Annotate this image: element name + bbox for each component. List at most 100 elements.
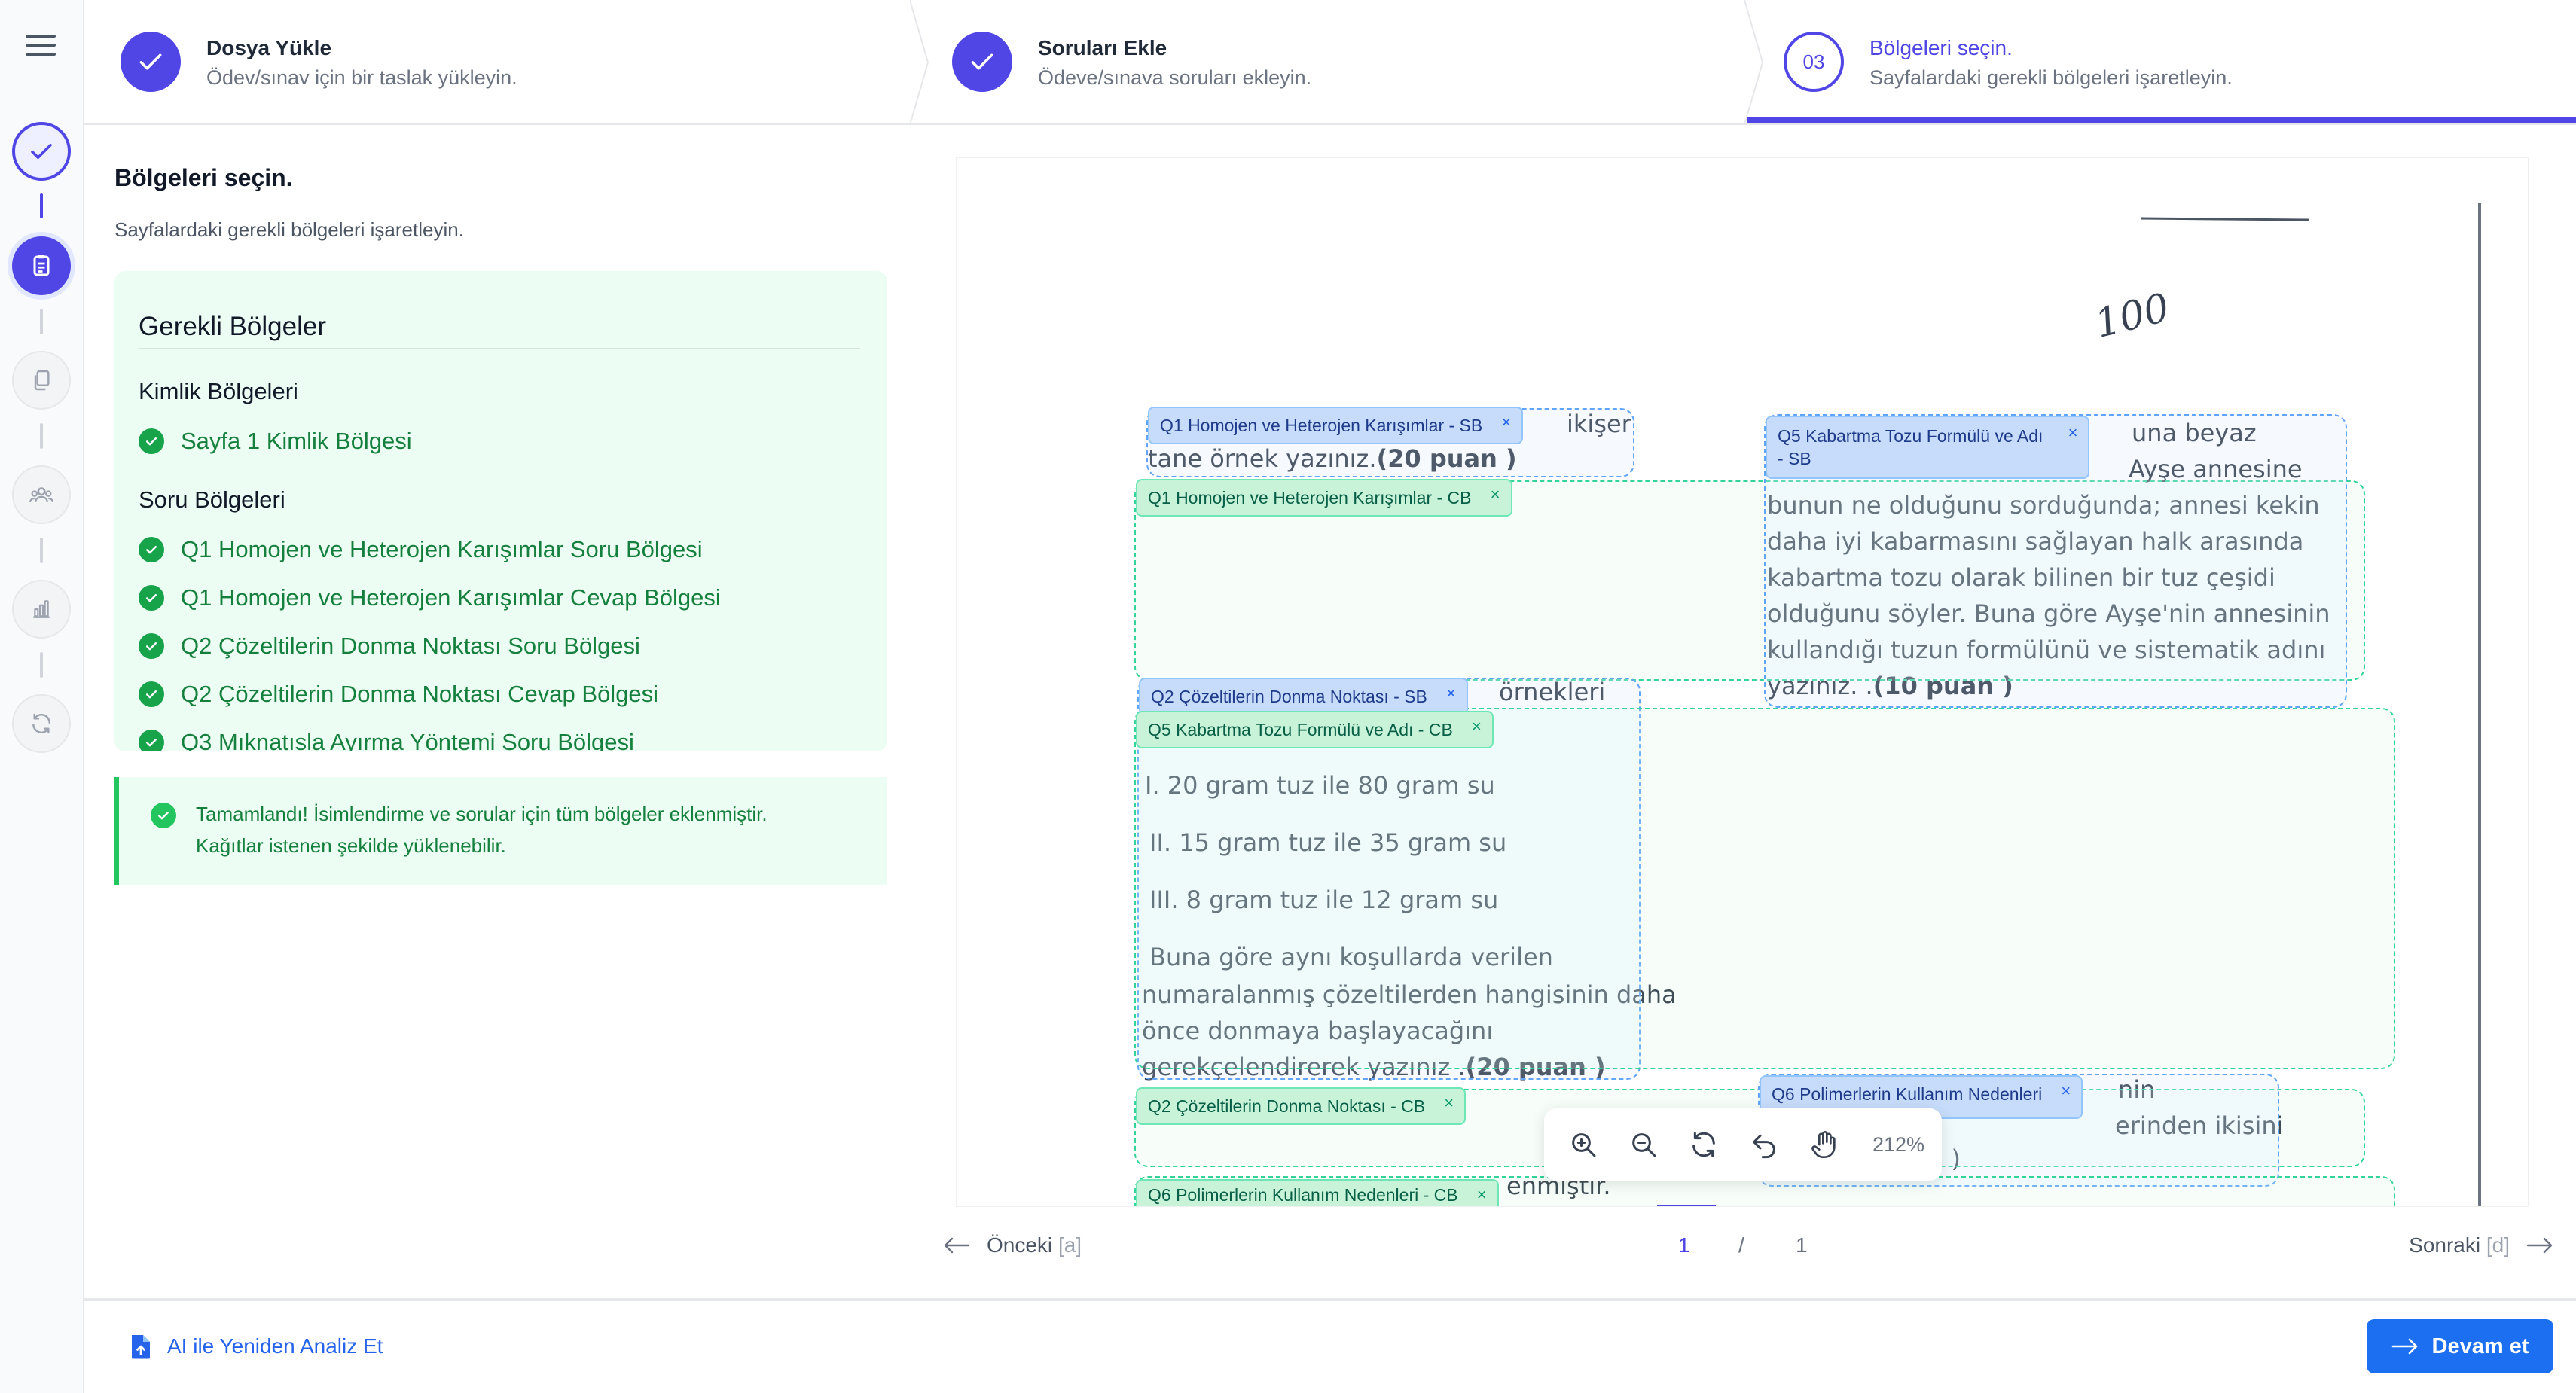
remove-icon[interactable]: × — [1477, 1185, 1487, 1205]
check-circle-icon — [139, 585, 164, 611]
rail-step-students[interactable] — [12, 465, 71, 524]
check-circle-icon — [139, 428, 164, 454]
step-title: Bölgeleri seçin. — [1869, 36, 2013, 59]
previous-page-button[interactable]: Önceki [a] — [943, 1233, 1082, 1257]
region-tag-q1-sb[interactable]: Q1 Homojen ve Heterojen Karışımlar - SB × — [1148, 407, 1524, 444]
step-upload[interactable]: Dosya Yükle Ödev/sınav için bir taslak y… — [84, 0, 913, 125]
rail-step-sync[interactable] — [12, 694, 71, 753]
arrow-left-icon — [944, 1237, 970, 1254]
hand-icon — [1811, 1131, 1836, 1158]
document-viewer[interactable]: 100 ikişer tane örnek yazınız.(20 puan )… — [957, 158, 2528, 1206]
scroll-indicator — [1657, 1205, 1716, 1206]
remove-icon[interactable]: × — [1472, 717, 1482, 736]
check-circle-icon — [139, 730, 164, 751]
remove-icon[interactable]: × — [2068, 422, 2078, 444]
page-edge-line — [2478, 203, 2481, 1206]
handwritten-score: 100 — [2090, 285, 2175, 347]
completion-alert: Tamamlandı! İsimlendirme ve sorular için… — [114, 777, 887, 885]
users-icon — [29, 487, 54, 503]
panel-subtitle: Sayfalardaki gerekli bölgeleri işaretley… — [114, 218, 464, 241]
required-regions-card: Gerekli Bölgeler Kimlik Bölgeleri Sayfa … — [114, 271, 887, 751]
undo-icon — [1753, 1134, 1775, 1159]
page-navigation: Önceki [a] 1 / 1 Sonraki [d] — [934, 1227, 2553, 1270]
region-tag-q2-sb[interactable]: Q2 Çözeltilerin Donma Noktası - SB × — [1139, 678, 1468, 715]
region-item: Q2 Çözeltilerin Donma Noktası Soru Bölge… — [139, 631, 640, 661]
check-circle-icon — [139, 537, 164, 562]
rail-connector — [40, 538, 43, 563]
page-border-line — [2140, 217, 2310, 221]
region-label: Q2 Çözeltilerin Donma Noktası Soru Bölge… — [181, 632, 640, 659]
file-upload-icon — [132, 1335, 150, 1359]
remove-icon[interactable]: × — [1491, 485, 1500, 504]
rail-connector — [40, 309, 43, 334]
refresh-icon — [32, 713, 50, 734]
current-page[interactable]: 1 — [1678, 1233, 1690, 1257]
zoom-level: 212% — [1872, 1132, 1925, 1156]
step-number: 03 — [1784, 32, 1844, 92]
region-tag-q5-sb[interactable]: Q5 Kabartma Tozu Formülü ve Adı - SB × — [1766, 416, 2090, 479]
chart-icon — [33, 600, 50, 618]
region-tag-q1-cb[interactable]: Q1 Homojen ve Heterojen Karışımlar - CB × — [1136, 479, 1512, 517]
clipboard-icon — [33, 255, 50, 276]
zoom-out-button[interactable] — [1624, 1125, 1663, 1164]
menu-icon[interactable] — [26, 33, 56, 57]
region-item: Q1 Homojen ve Heterojen Karışımlar Soru … — [139, 535, 703, 565]
files-icon — [34, 370, 50, 391]
check-icon — [971, 53, 993, 70]
step-subtitle: Sayfalardaki gerekli bölgeleri işaretley… — [1869, 66, 2233, 89]
rail-step-results[interactable] — [12, 580, 71, 639]
footer: AI ile Yeniden Analiz Et Devam et — [84, 1298, 2576, 1393]
rail-connector — [40, 652, 43, 678]
remove-icon[interactable]: × — [1444, 1093, 1454, 1113]
rail-step-upload[interactable] — [12, 122, 71, 181]
completion-text: Tamamlandı! İsimlendirme ve sorular için… — [196, 803, 768, 825]
step-subtitle: Ödeve/sınava soruları ekleyin. — [1038, 66, 1312, 89]
card-title: Gerekli Bölgeler — [139, 312, 326, 341]
pan-button[interactable] — [1805, 1125, 1844, 1164]
region-label: Q3 Mıknatısla Ayırma Yöntemi Soru Bölges… — [181, 729, 634, 751]
completion-text: Kağıtlar istenen şekilde yüklenebilir. — [196, 834, 506, 857]
rail-connector — [40, 193, 43, 218]
zoom-in-button[interactable] — [1564, 1125, 1603, 1164]
step-regions[interactable]: 03 Bölgeleri seçin. Sayfalardaki gerekli… — [1747, 0, 2576, 125]
check-icon — [139, 53, 162, 70]
next-page-button[interactable]: Sonraki [d] — [2409, 1233, 2553, 1257]
stepper: Dosya Yükle Ödev/sınav için bir taslak y… — [84, 0, 2576, 125]
step-done-circle — [952, 32, 1012, 92]
rail-step-files[interactable] — [12, 351, 71, 410]
panel-title: Bölgeleri seçin. — [114, 164, 293, 191]
ai-reanalyze-button[interactable]: AI ile Yeniden Analiz Et — [130, 1333, 383, 1360]
remove-icon[interactable]: × — [2061, 1081, 2071, 1101]
rail-connector — [40, 423, 43, 449]
check-icon — [31, 143, 52, 160]
rail-step-regions[interactable] — [12, 236, 71, 295]
region-label: Sayfa 1 Kimlik Bölgesi — [181, 428, 412, 454]
step-done-circle — [121, 32, 181, 92]
region-label: Q2 Çözeltilerin Donma Noktası Cevap Bölg… — [181, 681, 659, 707]
region-tag-q5-cb[interactable]: Q5 Kabartma Tozu Formülü ve Adı - CB × — [1136, 711, 1494, 748]
divider — [139, 348, 860, 349]
active-step-indicator — [1747, 117, 2576, 123]
region-q5-answer[interactable] — [1134, 708, 2395, 1069]
remove-icon[interactable]: × — [1446, 684, 1456, 703]
reset-view-button[interactable] — [1684, 1125, 1723, 1164]
region-label: Q1 Homojen ve Heterojen Karışımlar Cevap… — [181, 584, 721, 611]
page-separator: / — [1738, 1233, 1744, 1257]
viewer-toolbar: 212% — [1544, 1108, 1942, 1181]
zoom-in-icon — [1572, 1133, 1596, 1157]
step-questions[interactable]: Soruları Ekle Ödeve/sınava soruları ekle… — [916, 0, 1744, 125]
refresh-icon — [1692, 1132, 1715, 1157]
step-title: Soruları Ekle — [1038, 36, 1167, 59]
region-tag-q2-cb[interactable]: Q2 Çözeltilerin Donma Noktası - CB × — [1136, 1087, 1467, 1125]
check-circle-icon — [151, 803, 176, 828]
question-heading: Soru Bölgeleri — [139, 486, 285, 513]
check-circle-icon — [139, 633, 164, 659]
left-rail — [0, 0, 84, 1393]
continue-button[interactable]: Devam et — [2367, 1319, 2553, 1373]
region-item: Q1 Homojen ve Heterojen Karışımlar Cevap… — [139, 583, 721, 613]
region-tag-q6-cb[interactable]: Q6 Polimerlerin Kullanım Nedenleri - CB × — [1136, 1179, 1499, 1206]
arrow-right-icon — [2391, 1338, 2417, 1355]
region-item: Q3 Mıknatısla Ayırma Yöntemi Soru Bölges… — [139, 727, 634, 751]
remove-icon[interactable]: × — [1501, 413, 1511, 432]
undo-button[interactable] — [1744, 1125, 1784, 1164]
